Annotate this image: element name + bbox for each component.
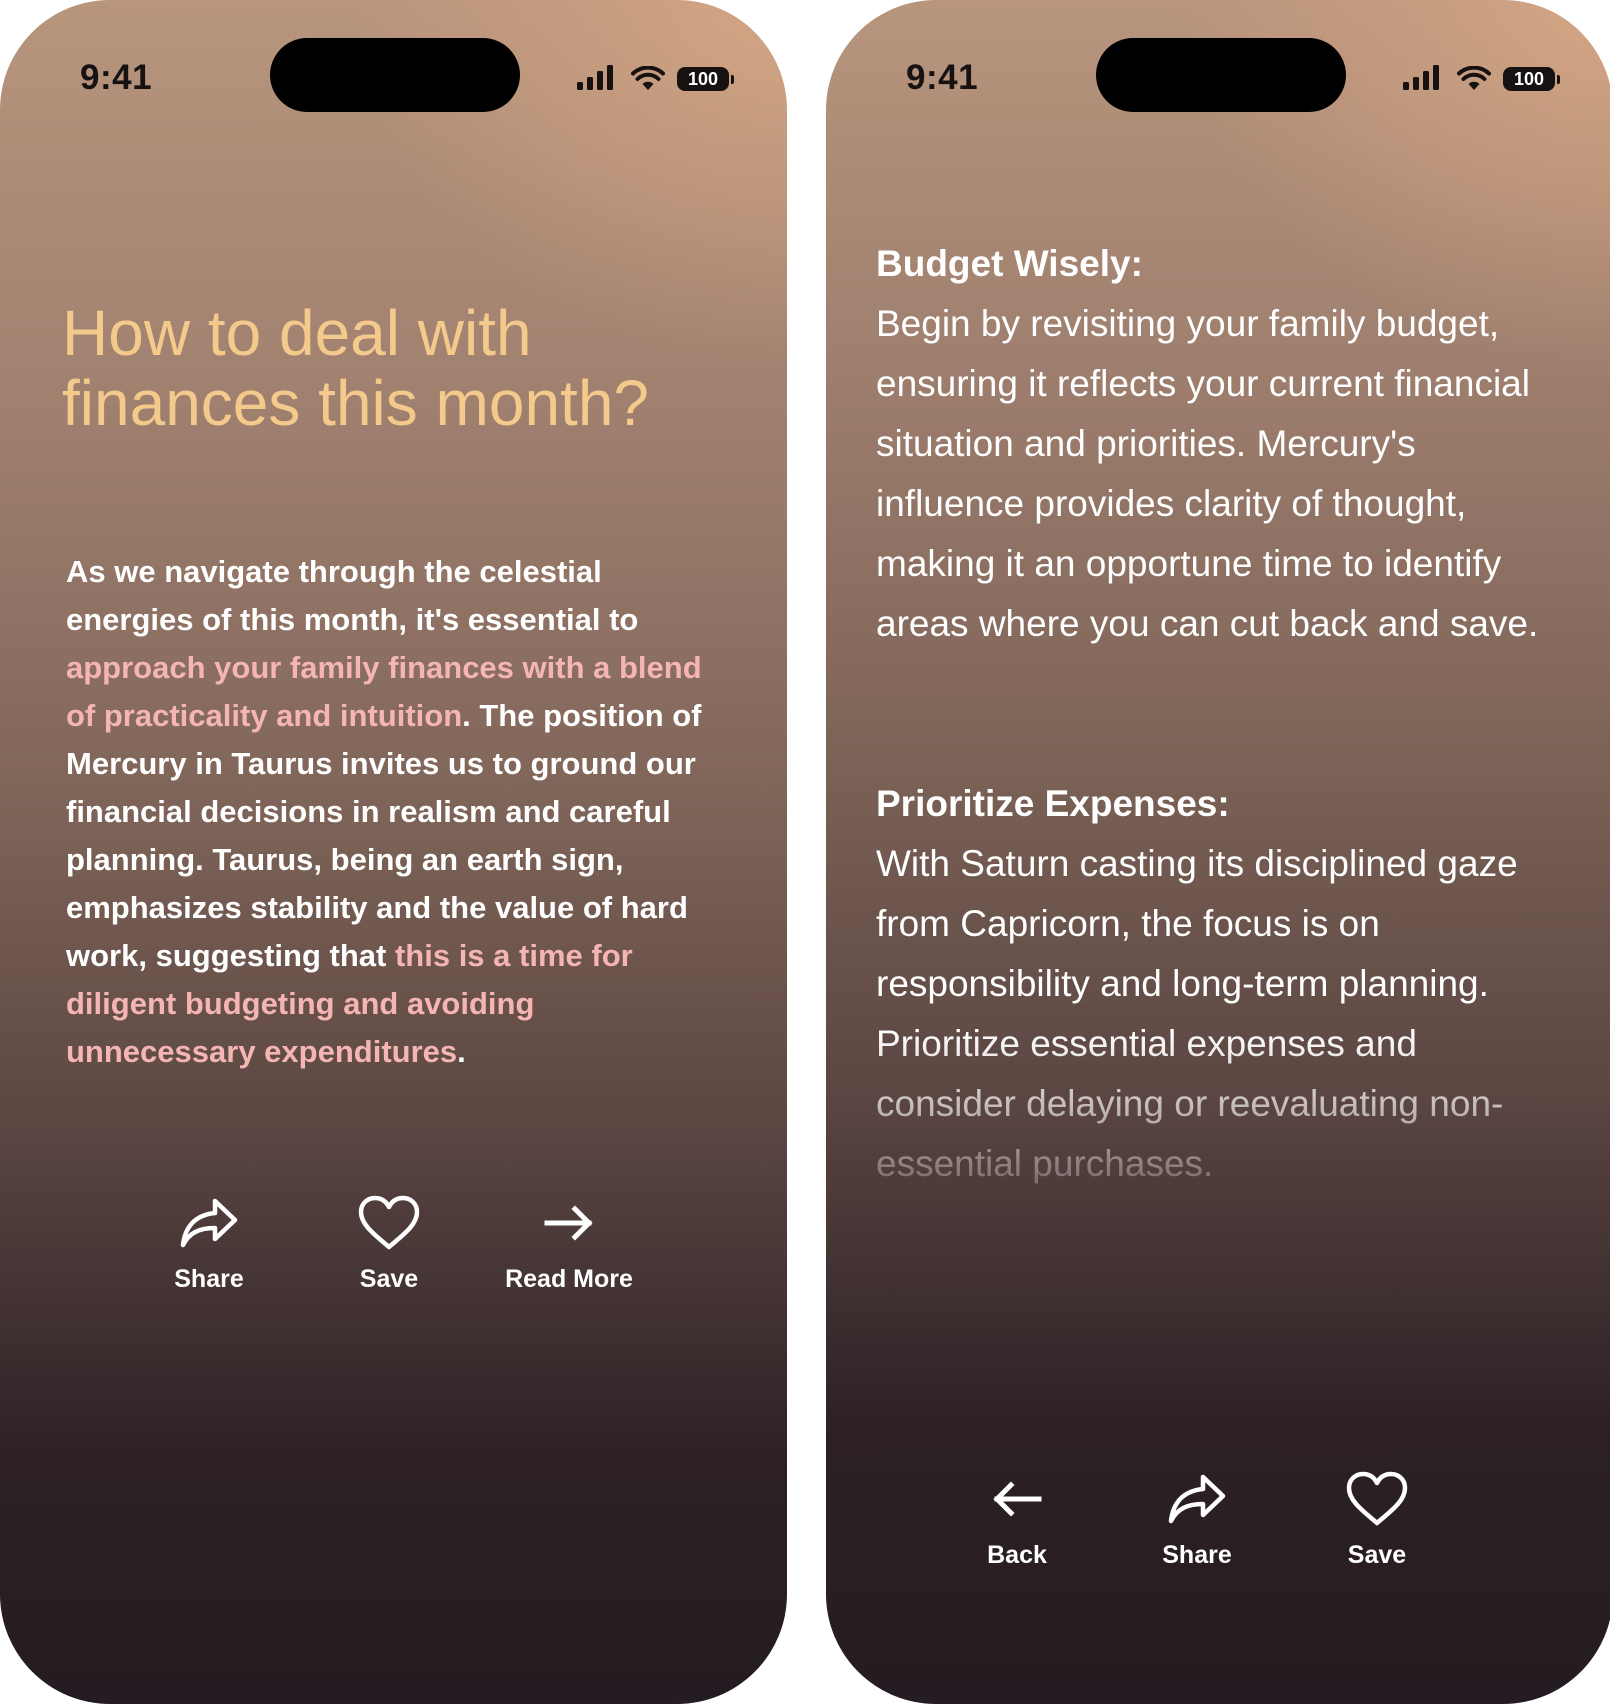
read-more-label: Read More	[505, 1265, 633, 1293]
section-budget-wisely: Budget Wisely: Begin by revisiting your …	[876, 234, 1566, 654]
save-button[interactable]: Save	[1302, 1471, 1452, 1570]
wifi-icon	[1457, 66, 1491, 90]
signal-icon	[577, 64, 615, 92]
battery-tip	[731, 75, 734, 84]
section-body: Begin by revisiting your family budget, …	[876, 303, 1539, 644]
phone-screen-article: 9:41 100 How to deal with finances this …	[0, 0, 787, 1704]
status-time: 9:41	[906, 58, 979, 97]
section-body: With Saturn casting its disciplined gaze…	[876, 843, 1518, 1184]
back-label: Back	[987, 1541, 1047, 1569]
signal-icon	[1403, 64, 1441, 92]
share-button[interactable]: Share	[1122, 1471, 1272, 1570]
article-body: As we navigate through the celestial ene…	[66, 548, 726, 1076]
body-text-2: . The position of Mercury in Taurus invi…	[66, 698, 702, 973]
dynamic-island	[1096, 38, 1346, 112]
arrow-right-icon	[544, 1205, 593, 1241]
heart-icon	[1346, 1471, 1408, 1526]
save-label: Save	[1347, 1541, 1407, 1569]
save-button[interactable]: Save	[314, 1195, 464, 1294]
arrow-left-icon	[993, 1481, 1042, 1517]
share-label: Share	[1162, 1541, 1232, 1569]
back-button[interactable]: Back	[942, 1471, 1092, 1570]
phone-screen-details: 9:41 100 Budget Wisely: Begin by revisit…	[826, 0, 1610, 1704]
section-prioritize-expenses: Prioritize Expenses: With Saturn casting…	[876, 774, 1566, 1194]
battery-tip	[1557, 75, 1560, 84]
read-more-button[interactable]: Read More	[494, 1195, 644, 1294]
share-label: Share	[174, 1265, 244, 1293]
share-icon	[180, 1198, 238, 1248]
share-button[interactable]: Share	[134, 1195, 284, 1294]
battery-icon: 100	[677, 67, 729, 91]
battery-icon: 100	[1503, 67, 1555, 91]
wifi-icon	[631, 66, 665, 90]
section-heading: Budget Wisely:	[876, 243, 1143, 284]
dynamic-island	[270, 38, 520, 112]
save-label: Save	[359, 1265, 419, 1293]
body-text-1: As we navigate through the celestial ene…	[66, 554, 639, 637]
section-heading: Prioritize Expenses:	[876, 783, 1230, 824]
share-icon	[1168, 1474, 1226, 1524]
body-text-3: .	[457, 1034, 466, 1069]
heart-icon	[358, 1195, 420, 1250]
status-time: 9:41	[80, 58, 153, 97]
page-title: How to deal with finances this month?	[62, 297, 649, 439]
